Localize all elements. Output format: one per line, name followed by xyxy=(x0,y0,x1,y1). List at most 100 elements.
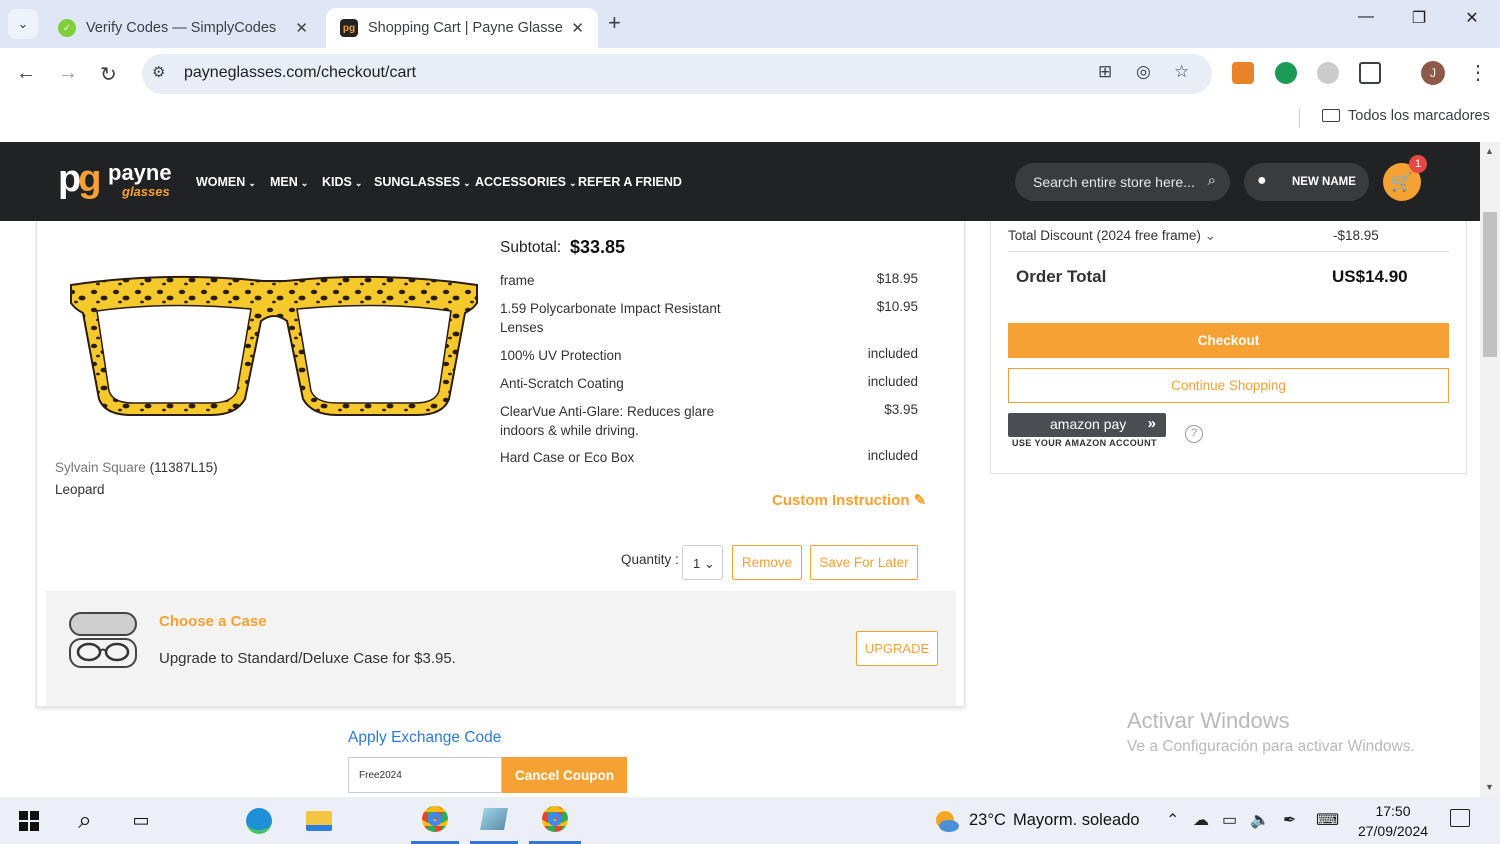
pencil-icon: ✎ xyxy=(913,492,927,509)
close-tab-icon[interactable]: ✕ xyxy=(571,19,584,37)
product-image-leopard-glasses[interactable] xyxy=(67,269,481,421)
menu-kids[interactable]: KIDS ⌄ xyxy=(322,175,362,189)
activate-windows-watermark: Activar Windows Ve a Configuración para … xyxy=(1127,708,1415,755)
translate-icon[interactable]: ⊞ xyxy=(1098,62,1112,82)
option-label: ClearVue Anti-Glare: Reduces glare indoo… xyxy=(500,404,715,438)
scrollbar-thumb[interactable] xyxy=(1483,212,1497,357)
help-icon[interactable]: ? xyxy=(1185,425,1203,443)
weather-sun-cloud-icon[interactable] xyxy=(934,809,960,833)
site-settings-icon[interactable]: ⚙ xyxy=(152,63,165,81)
chrome-taskbar-icon[interactable] xyxy=(411,797,459,844)
task-view-icon[interactable]: ▭ xyxy=(124,797,158,844)
chevron-down-icon: ⌄ xyxy=(569,178,577,188)
logo-sub: glasses xyxy=(122,184,170,199)
menu-accessories[interactable]: ACCESSORIES ⌄ xyxy=(475,175,577,189)
account-button[interactable]: ● NEW NAME xyxy=(1244,163,1369,201)
scroll-down-arrow-icon[interactable]: ▼ xyxy=(1485,782,1494,792)
page-scrollbar[interactable]: ▲ ▼ xyxy=(1480,142,1500,797)
extension-icon[interactable] xyxy=(1317,62,1339,84)
menu-women[interactable]: WOMEN ⌄ xyxy=(196,175,256,189)
notification-icon[interactable] xyxy=(1450,809,1470,827)
menu-men[interactable]: MEN ⌄ xyxy=(270,175,308,189)
new-tab-button[interactable]: + xyxy=(608,10,621,36)
browser-tab-strip: ⌄ ✓ Verify Codes — SimplyCodes ✕ pg Shop… xyxy=(0,0,1500,48)
discount-toggle[interactable]: Total Discount (2024 free frame) ⌄ xyxy=(1008,228,1216,244)
onedrive-cloud-icon[interactable]: ☁ xyxy=(1193,810,1209,830)
tab-payne-glasses[interactable]: pg Shopping Cart | Payne Glasses ✕ xyxy=(326,8,598,48)
divider xyxy=(1008,251,1449,252)
search-icon[interactable]: ⌕ xyxy=(68,797,102,844)
logo-mark: pg xyxy=(58,158,101,200)
tab-search-button[interactable]: ⌄ xyxy=(8,9,38,39)
system-clock[interactable]: 17:50 27/09/2024 xyxy=(1352,801,1434,841)
logo-name: payne xyxy=(108,160,172,185)
close-window-icon[interactable]: ✕ xyxy=(1452,8,1492,28)
all-bookmarks-folder[interactable]: Todos los marcadores xyxy=(1322,108,1490,124)
upgrade-button[interactable]: UPGRADE xyxy=(856,631,938,666)
cart-page: Sylvain Square (11387L15) Leopard Subtot… xyxy=(0,221,1480,797)
quantity-select[interactable]: 1 ⌄ xyxy=(682,545,723,580)
volume-icon[interactable]: 🔈 xyxy=(1250,810,1270,830)
chevron-down-icon: ⌄ xyxy=(248,178,256,188)
chevron-down-icon: ⌄ xyxy=(300,178,309,188)
case-title[interactable]: Choose a Case xyxy=(159,613,267,630)
bookmarks-separator xyxy=(1299,108,1300,128)
restore-icon[interactable]: ❐ xyxy=(1399,8,1439,28)
chrome-profile-taskbar-icon[interactable] xyxy=(529,797,581,844)
kebab-menu-icon[interactable]: ⋮ xyxy=(1468,60,1488,85)
quantity-label: Quantity : xyxy=(621,552,679,567)
tab-title: Shopping Cart | Payne Glasses xyxy=(368,20,564,36)
close-tab-icon[interactable]: ✕ xyxy=(295,19,308,37)
save-for-later-button[interactable]: Save For Later xyxy=(810,545,918,580)
option-label: frame xyxy=(500,273,535,288)
cancel-coupon-button[interactable]: Cancel Coupon xyxy=(502,757,627,793)
account-name: NEW NAME xyxy=(1292,176,1356,188)
network-icon[interactable]: ▭ xyxy=(1222,810,1237,830)
address-bar[interactable]: ⚙ payneglasses.com/checkout/cart ⊞ ◎ ☆ xyxy=(142,54,1212,94)
forward-arrow-icon[interactable]: → xyxy=(58,62,78,85)
menu-sunglasses[interactable]: SUNGLASSES ⌄ xyxy=(374,175,471,189)
product-name[interactable]: Sylvain Square (11387L15) xyxy=(55,460,218,475)
simplycodes-favicon-icon: ✓ xyxy=(58,19,76,37)
option-label: Hard Case or Eco Box xyxy=(500,450,635,465)
minimize-icon[interactable]: — xyxy=(1346,8,1386,26)
continue-shopping-button[interactable]: Continue Shopping xyxy=(1008,368,1449,403)
reload-icon[interactable]: ↻ xyxy=(100,62,117,87)
user-icon: ● xyxy=(1257,172,1267,189)
profile-avatar[interactable]: J xyxy=(1421,61,1445,85)
windows-start-icon[interactable] xyxy=(14,797,44,844)
cart-item-card: Sylvain Square (11387L15) Leopard Subtot… xyxy=(36,221,965,707)
amazon-pay-button[interactable]: amazon pay » xyxy=(1008,413,1166,437)
edge-browser-icon[interactable] xyxy=(240,797,278,844)
remove-button[interactable]: Remove xyxy=(732,545,802,580)
checkout-button[interactable]: Checkout xyxy=(1008,323,1449,358)
payne-favicon-icon: pg xyxy=(340,19,358,37)
apply-exchange-code-link[interactable]: Apply Exchange Code xyxy=(348,729,501,747)
url-text[interactable]: payneglasses.com/checkout/cart xyxy=(184,64,416,82)
coupon-code-input[interactable]: Free2024 xyxy=(348,757,502,793)
option-price: included xyxy=(867,346,918,361)
metamask-extension-icon[interactable] xyxy=(1232,62,1254,84)
back-arrow-icon[interactable]: ← xyxy=(16,62,36,85)
eye-off-icon[interactable]: ◎ xyxy=(1136,62,1151,82)
file-explorer-icon[interactable] xyxy=(300,797,338,844)
option-price: $3.95 xyxy=(884,402,918,417)
custom-instruction-link[interactable]: Custom Instruction ✎ xyxy=(772,491,926,509)
weather-condition[interactable]: Mayorm. soleado xyxy=(1013,811,1140,830)
keyboard-icon[interactable]: ⌨ xyxy=(1316,810,1339,830)
site-search-input[interactable]: Search entire store here... ⌕ xyxy=(1015,163,1230,201)
green-extension-icon[interactable] xyxy=(1275,62,1297,84)
pen-icon[interactable]: ✒ xyxy=(1283,810,1296,830)
chevron-up-icon[interactable]: ⌃ xyxy=(1166,810,1179,830)
star-bookmark-icon[interactable]: ☆ xyxy=(1174,62,1189,82)
menu-refer-a-friend[interactable]: REFER A FRIEND xyxy=(578,175,682,189)
puzzle-extensions-icon[interactable] xyxy=(1359,62,1381,84)
tab-simplycodes[interactable]: ✓ Verify Codes — SimplyCodes ✕ xyxy=(44,8,322,48)
app-taskbar-icon[interactable] xyxy=(470,797,518,844)
weather-temperature[interactable]: 23°C xyxy=(969,811,1006,830)
product-color: Leopard xyxy=(55,482,105,497)
chevron-down-icon: ⌄ xyxy=(1204,228,1216,243)
search-icon[interactable]: ⌕ xyxy=(1208,172,1216,189)
scroll-up-arrow-icon[interactable]: ▲ xyxy=(1485,146,1494,156)
payne-glasses-logo[interactable]: pg payne glasses xyxy=(58,158,183,204)
